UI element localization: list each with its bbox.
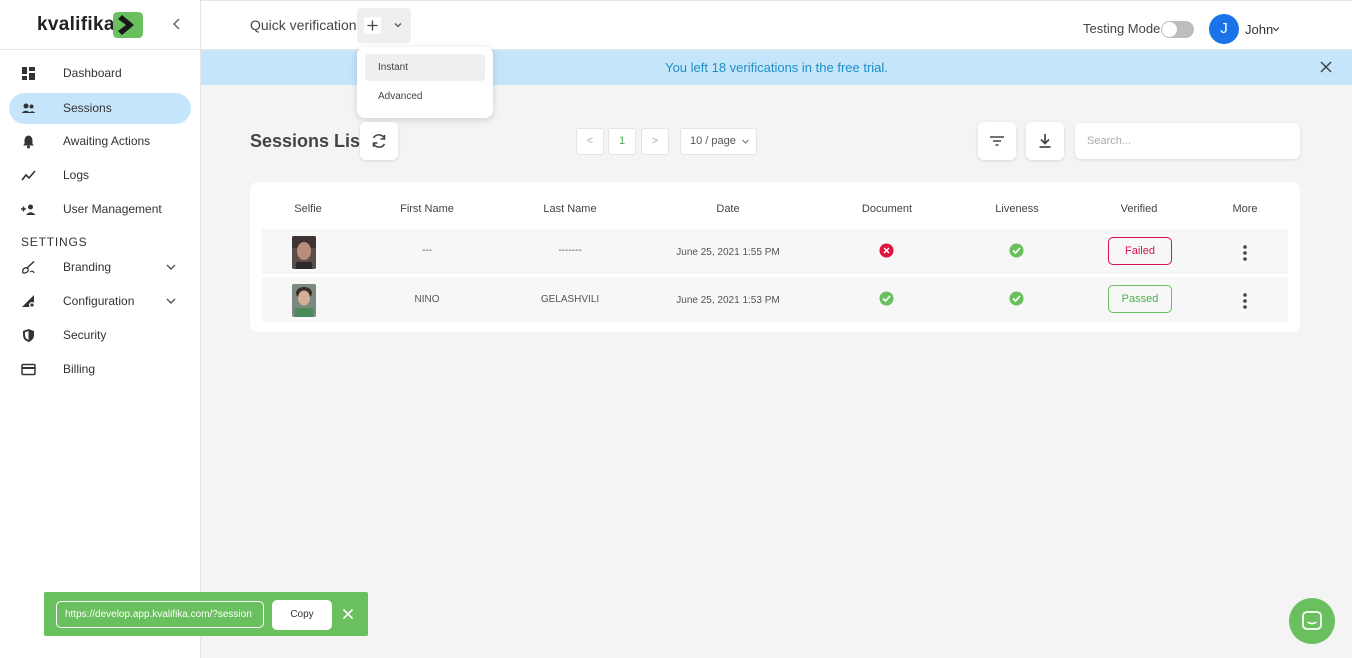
sidebar-item-security[interactable]: Security [9,320,191,351]
column-header-first-name: First Name [400,203,454,215]
selfie-thumbnail [292,284,316,317]
filter-button[interactable] [978,122,1016,160]
sessions-table: Selfie First Name Last Name Date Documen… [250,182,1300,332]
liveness-passed-icon [1009,243,1024,258]
more-options-icon[interactable] [1240,292,1250,310]
column-header-liveness: Liveness [995,203,1039,215]
testing-mode-label: Testing Mode [1083,21,1161,36]
settings-heading: SETTINGS [21,235,88,249]
sidebar-item-label: Logs [63,168,90,182]
sidebar-item-dashboard[interactable]: Dashboard [9,58,191,89]
topbar: Quick verification Testing Mode J John [201,0,1352,50]
search-input[interactable] [1075,123,1300,159]
sidebar-item-billing[interactable]: Billing [9,354,191,385]
sidebar-item-label: Awaiting Actions [63,134,151,148]
download-button[interactable] [1026,122,1064,160]
sidebar-item-configuration[interactable]: Configuration [9,286,191,317]
first-name-cell: --- [422,245,432,256]
column-header-verified: Verified [1120,203,1158,215]
sidebar-item-label: User Management [63,202,162,216]
copy-button[interactable]: Copy [272,600,332,630]
document-failed-icon [879,243,894,258]
sidebar-item-awaiting-actions[interactable]: Awaiting Actions [9,126,191,157]
document-passed-icon [879,291,894,306]
chat-icon [1302,611,1322,630]
status-badge: Failed [1108,237,1172,265]
bell-icon [23,135,34,149]
chat-button[interactable] [1289,598,1335,644]
last-name-cell: ------- [558,245,582,256]
quick-verification-label: Quick verification [250,17,357,33]
sidebar-item-label: Security [63,328,107,342]
quick-verification-dropdown-icon[interactable] [392,19,404,31]
close-icon[interactable] [1319,60,1333,74]
dashboard-icon [22,67,35,80]
sidebar-item-label: Billing [63,362,96,376]
table-row[interactable]: --- ------- June 25, 2021 1:55 PM Failed [262,229,1288,274]
collapse-sidebar-button[interactable] [170,16,184,32]
sidebar-item-branding[interactable]: Branding [9,252,191,283]
add-user-icon [21,204,36,215]
logo-mark-icon [113,12,143,38]
page-title: Sessions List [250,131,367,151]
status-badge: Passed [1108,285,1172,313]
settings-triangle-icon [22,295,35,308]
session-url-field[interactable] [56,601,264,628]
quick-verification-add-button[interactable] [364,17,381,34]
sidebar-item-label: Sessions [63,101,112,115]
page-1-button[interactable]: 1 [608,128,636,155]
selfie-thumbnail [292,236,316,269]
sidebar: kvalifika Dashboard Sessions Awaiting Ac… [0,0,201,658]
testing-mode-toggle[interactable] [1161,21,1194,38]
column-header-more: More [1232,203,1258,215]
quick-verification-menu: Instant Advanced [357,47,493,118]
more-options-icon[interactable] [1240,244,1250,262]
refresh-button[interactable] [360,122,398,160]
sidebar-item-user-management[interactable]: User Management [9,194,191,225]
date-cell: June 25, 2021 1:55 PM [676,247,780,258]
chevron-down-icon [166,298,176,304]
chevron-down-icon [166,264,176,270]
chevron-down-icon[interactable] [1271,24,1281,34]
quick-verification-control [357,8,411,43]
sidebar-item-label: Branding [63,260,112,274]
sidebar-item-label: Configuration [63,294,135,308]
chevron-down-icon [742,139,749,144]
last-name-cell: GELASHVILI [540,294,600,305]
session-link-toast: Copy [44,592,368,636]
close-icon[interactable] [342,608,354,620]
logo-text: kvalifika [37,14,115,35]
page-size-select[interactable]: 10 / page [680,128,757,155]
prev-page-button[interactable]: < [576,128,604,155]
page-size-value: 10 / page [690,135,736,147]
shield-icon [23,329,34,342]
column-header-date: Date [716,203,740,215]
column-header-document: Document [861,203,913,215]
table-row[interactable]: NINO GELASHVILI June 25, 2021 1:53 PM Pa… [262,277,1288,322]
chevron-left-icon [172,18,180,30]
sidebar-item-logs[interactable]: Logs [9,160,191,191]
brush-icon [22,260,35,274]
menu-item-instant[interactable]: Instant [365,54,485,81]
people-icon [21,103,36,113]
sidebar-item-sessions[interactable]: Sessions [9,93,191,124]
column-header-selfie: Selfie [294,203,322,215]
menu-item-advanced[interactable]: Advanced [365,83,485,110]
column-header-last-name: Last Name [543,203,597,215]
plus-icon [367,20,378,31]
sidebar-item-label: Dashboard [63,66,122,80]
line-chart-icon [21,170,36,181]
logo-row: kvalifika [0,0,200,50]
first-name-cell: NINO [414,294,440,305]
refresh-icon [372,134,386,148]
next-page-button[interactable]: > [641,128,669,155]
filter-icon [990,136,1004,146]
avatar[interactable]: J [1209,14,1239,44]
liveness-passed-icon [1009,291,1024,306]
toggle-knob [1162,22,1177,37]
date-cell: June 25, 2021 1:53 PM [676,295,780,306]
credit-card-icon [21,363,36,376]
download-icon [1039,134,1051,148]
user-menu[interactable]: John [1245,22,1273,37]
